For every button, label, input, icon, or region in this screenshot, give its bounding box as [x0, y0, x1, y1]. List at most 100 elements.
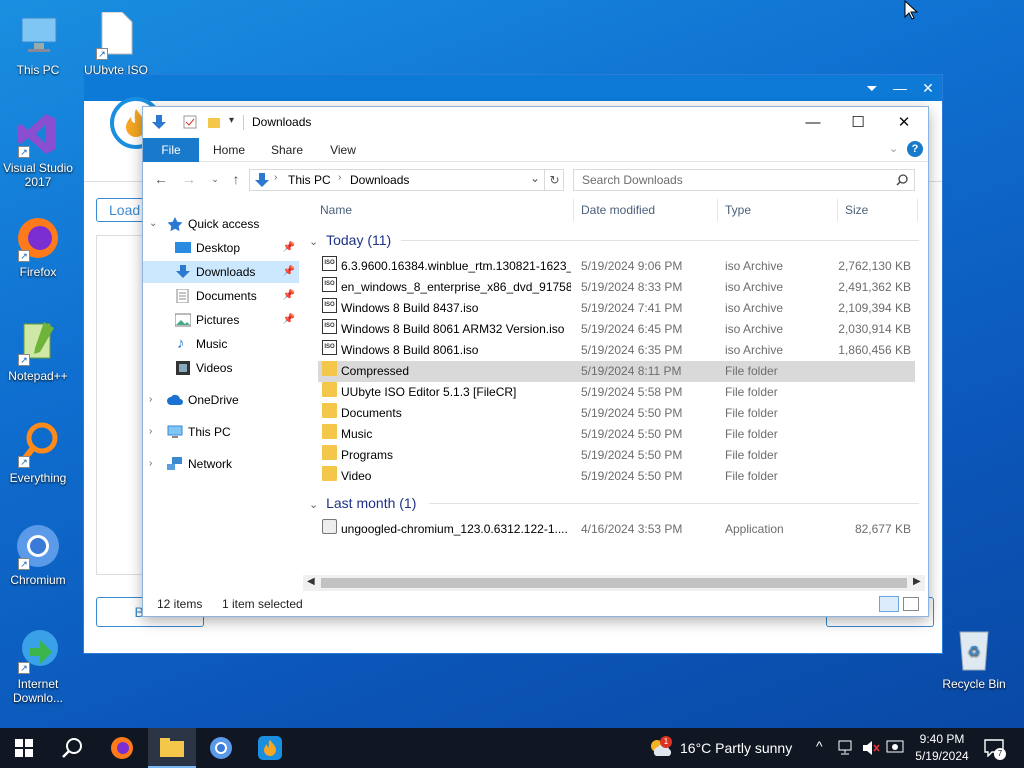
notification-count: 7: [994, 748, 1006, 760]
desktop-icon-firefox[interactable]: ↗ Firefox: [0, 214, 76, 279]
column-name[interactable]: Name: [313, 199, 574, 221]
help-icon[interactable]: ?: [907, 141, 923, 157]
volume-muted-icon[interactable]: [862, 740, 880, 756]
chevron-down-icon[interactable]: ⌄: [149, 213, 157, 235]
group-header-last-month[interactable]: ⌄ Last month (1): [309, 492, 919, 514]
expand-ribbon-icon[interactable]: ⌄: [889, 142, 898, 155]
refresh-icon[interactable]: ↻: [544, 170, 564, 190]
desktop-icon-this-pc[interactable]: This PC: [0, 12, 76, 77]
group-header-today[interactable]: ⌄ Today (11): [309, 229, 919, 251]
file-row[interactable]: UUbyte ISO Editor 5.1.3 [FileCR] 5/19/20…: [318, 382, 915, 403]
nav-network[interactable]: › Network: [143, 453, 299, 475]
start-button[interactable]: [0, 728, 48, 768]
pin-icon: 📌: [282, 314, 295, 325]
nav-onedrive[interactable]: › OneDrive: [143, 389, 299, 411]
desktop-icon-label: Internet Downlo...: [12, 677, 64, 705]
file-row[interactable]: Music 5/19/2024 5:50 PM File folder: [318, 424, 915, 445]
desktop-icon-internet-download[interactable]: ↗ Internet Downlo...: [0, 626, 76, 705]
nav-this-pc[interactable]: › This PC: [143, 421, 299, 443]
chevron-right-icon[interactable]: ›: [149, 453, 152, 475]
shortcut-arrow-icon: ↗: [18, 662, 30, 674]
file-row[interactable]: ISO Windows 8 Build 8061 ARM32 Version.i…: [318, 319, 915, 340]
file-row[interactable]: ISO en_windows_8_enterprise_x86_dvd_9175…: [318, 277, 915, 298]
scrollbar-thumb[interactable]: [321, 578, 907, 588]
up-arrow-icon[interactable]: ↑: [226, 169, 246, 189]
file-row[interactable]: Documents 5/19/2024 5:50 PM File folder: [318, 403, 915, 424]
details-view-icon[interactable]: [879, 596, 899, 612]
taskbar-file-explorer[interactable]: [148, 728, 196, 768]
desktop-icon-chromium[interactable]: ↗ Chromium: [0, 522, 76, 587]
chevron-down-icon[interactable]: ▾: [229, 115, 234, 126]
clock-date[interactable]: 5/19/2024: [910, 749, 974, 763]
firefox-icon: [111, 737, 133, 759]
file-row[interactable]: ISO Windows 8 Build 8437.iso 5/19/2024 7…: [318, 298, 915, 319]
nav-item-music[interactable]: ♪ Music: [143, 333, 299, 355]
file-name: Programs: [341, 448, 394, 462]
display-icon[interactable]: [886, 740, 904, 756]
column-size[interactable]: Size: [838, 199, 918, 221]
properties-icon[interactable]: [183, 115, 197, 129]
desktop-icon-uubyte-iso[interactable]: ↗ UUbyte ISO: [78, 11, 154, 77]
file-row-selected[interactable]: Compressed 5/19/2024 8:11 PM File folder: [318, 361, 915, 382]
chromium-icon: ↗: [14, 522, 62, 570]
chevron-right-icon[interactable]: ›: [149, 389, 152, 411]
tab-file[interactable]: File: [143, 138, 199, 162]
column-date-modified[interactable]: Date modified: [574, 199, 718, 221]
breadcrumb-this-pc[interactable]: This PC: [288, 173, 331, 187]
file-row[interactable]: Programs 5/19/2024 5:50 PM File folder: [318, 445, 915, 466]
scroll-right-icon[interactable]: ▶: [913, 576, 921, 587]
tab-view[interactable]: View: [319, 138, 367, 162]
desktop-icon-notepadpp[interactable]: ↗ Notepad++: [0, 318, 76, 383]
chevron-right-icon[interactable]: ›: [149, 421, 152, 443]
dropdown-icon[interactable]: ⏷: [858, 75, 886, 101]
tab-share[interactable]: Share: [263, 138, 311, 162]
taskbar-uubyte[interactable]: [246, 728, 294, 768]
search-input[interactable]: Search Downloads: [573, 169, 915, 191]
network-status-icon[interactable]: [838, 740, 856, 756]
address-dropdown-icon[interactable]: ⌄: [530, 171, 540, 185]
minimize-button[interactable]: —: [790, 107, 836, 138]
show-hidden-icons-icon[interactable]: ^: [816, 738, 823, 754]
nav-label: Desktop: [196, 241, 241, 255]
weather-text[interactable]: 16°C Partly sunny: [680, 740, 792, 756]
desktop-icon-label: Notepad++: [8, 369, 68, 383]
desktop-icon-recycle-bin[interactable]: ♻ Recycle Bin: [936, 626, 1012, 691]
taskbar: 1 16°C Partly sunny ^ 9:40 PM 5/19/2024 …: [0, 728, 1024, 768]
chevron-down-icon: ⌄: [309, 236, 319, 248]
forward-arrow-icon[interactable]: →: [179, 169, 199, 189]
desktop-icon-visual-studio[interactable]: ↗ Visual Studio 2017: [0, 110, 76, 189]
large-icons-view-icon[interactable]: [903, 597, 919, 611]
load-button[interactable]: Load: [96, 198, 148, 222]
taskbar-chromium[interactable]: [197, 728, 245, 768]
nav-item-pictures[interactable]: Pictures 📌: [143, 309, 299, 331]
desktop-icon-everything[interactable]: ↗ Everything: [0, 420, 76, 485]
down-arrow-icon[interactable]: [151, 114, 167, 130]
recent-locations-icon[interactable]: ⌄: [205, 169, 225, 189]
column-type[interactable]: Type: [718, 199, 838, 221]
minimize-button[interactable]: —: [886, 75, 914, 101]
file-row[interactable]: Video 5/19/2024 5:50 PM File folder: [318, 466, 915, 487]
nav-item-desktop[interactable]: Desktop 📌: [143, 237, 299, 259]
maximize-button[interactable]: ☐: [835, 107, 881, 138]
horizontal-scrollbar[interactable]: ◀ ▶: [303, 575, 925, 591]
taskbar-firefox[interactable]: [98, 728, 146, 768]
new-folder-icon[interactable]: [207, 115, 221, 129]
close-button[interactable]: ✕: [881, 107, 927, 138]
file-row[interactable]: ISO Windows 8 Build 8061.iso 5/19/2024 6…: [318, 340, 915, 361]
search-button[interactable]: [48, 728, 96, 768]
file-row[interactable]: ISO 6.3.9600.16384.winblue_rtm.130821-16…: [318, 256, 915, 277]
nav-quick-access[interactable]: ⌄ Quick access: [143, 213, 299, 235]
nav-item-documents[interactable]: Documents 📌: [143, 285, 299, 307]
address-bar[interactable]: › This PC › Downloads ⌄ ↻: [249, 169, 564, 191]
nav-item-videos[interactable]: Videos: [143, 357, 299, 379]
tab-home[interactable]: Home: [205, 138, 253, 162]
scroll-left-icon[interactable]: ◀: [307, 576, 315, 587]
close-button[interactable]: ✕: [914, 75, 942, 101]
breadcrumb-downloads[interactable]: Downloads: [350, 173, 409, 187]
clock-time[interactable]: 9:40 PM: [910, 732, 974, 746]
back-arrow-icon[interactable]: ←: [151, 169, 171, 189]
pin-icon: 📌: [282, 290, 295, 301]
ribbon-tabs: File Home Share View ⌄ ?: [143, 138, 928, 162]
nav-item-downloads[interactable]: Downloads 📌: [143, 261, 299, 283]
file-row[interactable]: ungoogled-chromium_123.0.6312.122-1.... …: [318, 519, 915, 540]
